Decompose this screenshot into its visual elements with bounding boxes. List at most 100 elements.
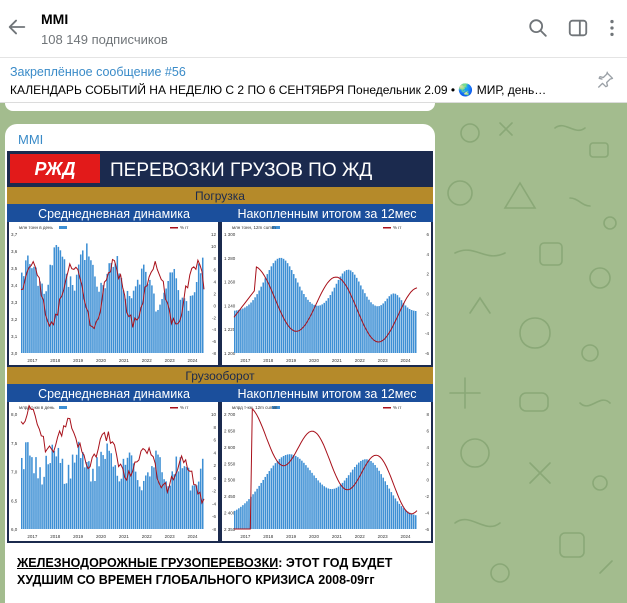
chart3-bar — [43, 476, 45, 529]
chart1-bar — [55, 245, 58, 353]
chart2-year-tick: 2023 — [378, 358, 389, 363]
chart4-bar — [268, 471, 271, 529]
chart4-bar — [309, 470, 311, 529]
chart4-bar — [400, 506, 403, 529]
chart3-bar — [197, 481, 200, 529]
chart3-bar — [39, 467, 41, 529]
chart2-bar — [299, 286, 301, 353]
chart3-bar — [27, 442, 29, 529]
chart3-bar — [51, 444, 54, 529]
chart2-bar — [309, 301, 311, 353]
chart4-bar — [270, 468, 273, 529]
chart3-bar — [110, 453, 112, 529]
chart4-bar — [234, 510, 236, 529]
chart4-bar — [292, 454, 295, 529]
chart2-left-tick: 1 280 — [224, 256, 236, 261]
panel-title-cumulative-2: Накопленным итогом за 12мес — [237, 387, 416, 401]
chart2-bar — [292, 274, 295, 353]
chart2-bar — [351, 272, 354, 353]
chart4-bar — [329, 488, 332, 529]
chart4-bar — [390, 492, 393, 529]
chart3-left-tick: 7,5 — [11, 441, 18, 446]
chart3-bar — [126, 457, 129, 529]
chart1-bar — [173, 268, 176, 353]
chart4-bar — [372, 462, 374, 529]
chart2-bar — [266, 274, 269, 353]
chart4-bar — [258, 485, 260, 529]
chart4-bar — [260, 482, 262, 529]
chart4-bar — [349, 472, 352, 529]
chart2-bar — [353, 274, 356, 353]
unpin-icon[interactable] — [595, 70, 615, 90]
chart4-bar — [345, 477, 348, 529]
chart2-year-tick: 2022 — [355, 358, 366, 363]
chart4-left-tick: 2 500 — [224, 478, 236, 483]
chart3-bar — [114, 465, 117, 529]
chart4-bar — [380, 474, 382, 529]
chart4-bar — [305, 465, 307, 529]
chart1-right-tick: 10 — [211, 244, 217, 249]
chart2-legend-line-swatch — [383, 227, 391, 229]
chart3-bar — [45, 455, 47, 529]
pinned-message-bar[interactable]: Закреплённое сообщение #56 КАЛЕНДАРЬ СОБ… — [0, 58, 627, 103]
more-icon[interactable] — [601, 17, 623, 39]
chart4-bar — [266, 473, 269, 529]
chart4-year-tick: 2021 — [332, 534, 343, 539]
chart3-bar — [177, 471, 180, 529]
chart4-bar — [303, 462, 305, 529]
chart3-bar — [90, 481, 92, 529]
message-sender[interactable]: MMI — [18, 132, 43, 147]
chart4-bar — [351, 469, 354, 529]
pinned-title: Закреплённое сообщение #56 — [10, 65, 186, 79]
chart3-right-tick: -4 — [212, 501, 216, 506]
chart2-left-tick: 1 260 — [224, 280, 236, 285]
chart1-bar — [187, 310, 190, 353]
pinned-text: КАЛЕНДАРЬ СОБЫТИЙ НА НЕДЕЛЮ С 2 ПО 6 СЕН… — [10, 83, 547, 97]
chart1-bar — [114, 263, 117, 353]
chart4-left-tick: 2 450 — [224, 494, 236, 499]
chart1-bar — [185, 301, 188, 353]
chart3-year-tick: 2024 — [188, 534, 199, 539]
chart4-bar — [353, 467, 356, 529]
chart3-right-tick: -8 — [212, 527, 216, 532]
chart2-bar — [280, 257, 283, 353]
chart3-legend-pct: % гг — [180, 405, 189, 410]
chart1-bar — [47, 284, 49, 353]
chart2-bar — [278, 257, 281, 353]
caption-link[interactable]: ЖЕЛЕЗНОДОРОЖНЫЕ ГРУЗОПЕРЕВОЗКИ — [17, 556, 278, 570]
sidebar-toggle-icon[interactable] — [567, 17, 589, 39]
search-icon[interactable] — [527, 17, 549, 39]
chart2-bar — [323, 302, 325, 353]
chart3-bar — [88, 461, 90, 529]
back-arrow-icon[interactable] — [6, 16, 28, 38]
channel-name[interactable]: MMI — [41, 11, 68, 27]
chart2-bar — [317, 305, 319, 353]
chart4-bar — [274, 463, 277, 529]
chart3-bar — [161, 472, 163, 529]
chart3-bar — [102, 455, 104, 529]
chart2-bar — [295, 278, 297, 353]
chart4-bar — [370, 461, 372, 529]
chart2-bar — [378, 306, 380, 353]
chart1-bar — [31, 268, 33, 353]
chart2-bar — [390, 294, 393, 353]
chart4-bar — [307, 467, 309, 529]
chart4-bar — [360, 460, 362, 529]
infographic-image[interactable]: РЖД ПЕРЕВОЗКИ ГРУЗОВ ПО ЖД Погрузка Сред… — [7, 151, 433, 543]
chart1-bar — [98, 291, 100, 353]
chart1-bar — [145, 271, 147, 353]
chart1-bar — [143, 264, 145, 353]
chart3-bar — [153, 467, 155, 529]
chart1-left-tick: 3,7 — [11, 232, 18, 237]
chart1-bar — [153, 293, 155, 353]
chart4-bar — [396, 501, 399, 529]
chart4-bar — [341, 482, 344, 529]
message-bubble[interactable]: MMI РЖД ПЕРЕВОЗКИ ГРУЗОВ ПО ЖД Погрузка … — [5, 124, 435, 603]
chart1-year-tick: 2021 — [119, 358, 130, 363]
chart1-year-tick: 2023 — [165, 358, 176, 363]
chart2-bar — [349, 270, 352, 353]
chart2-bar — [339, 276, 342, 353]
chart3-bar — [79, 458, 82, 529]
chart3-bar — [73, 462, 76, 529]
chart3-bar — [63, 483, 66, 529]
